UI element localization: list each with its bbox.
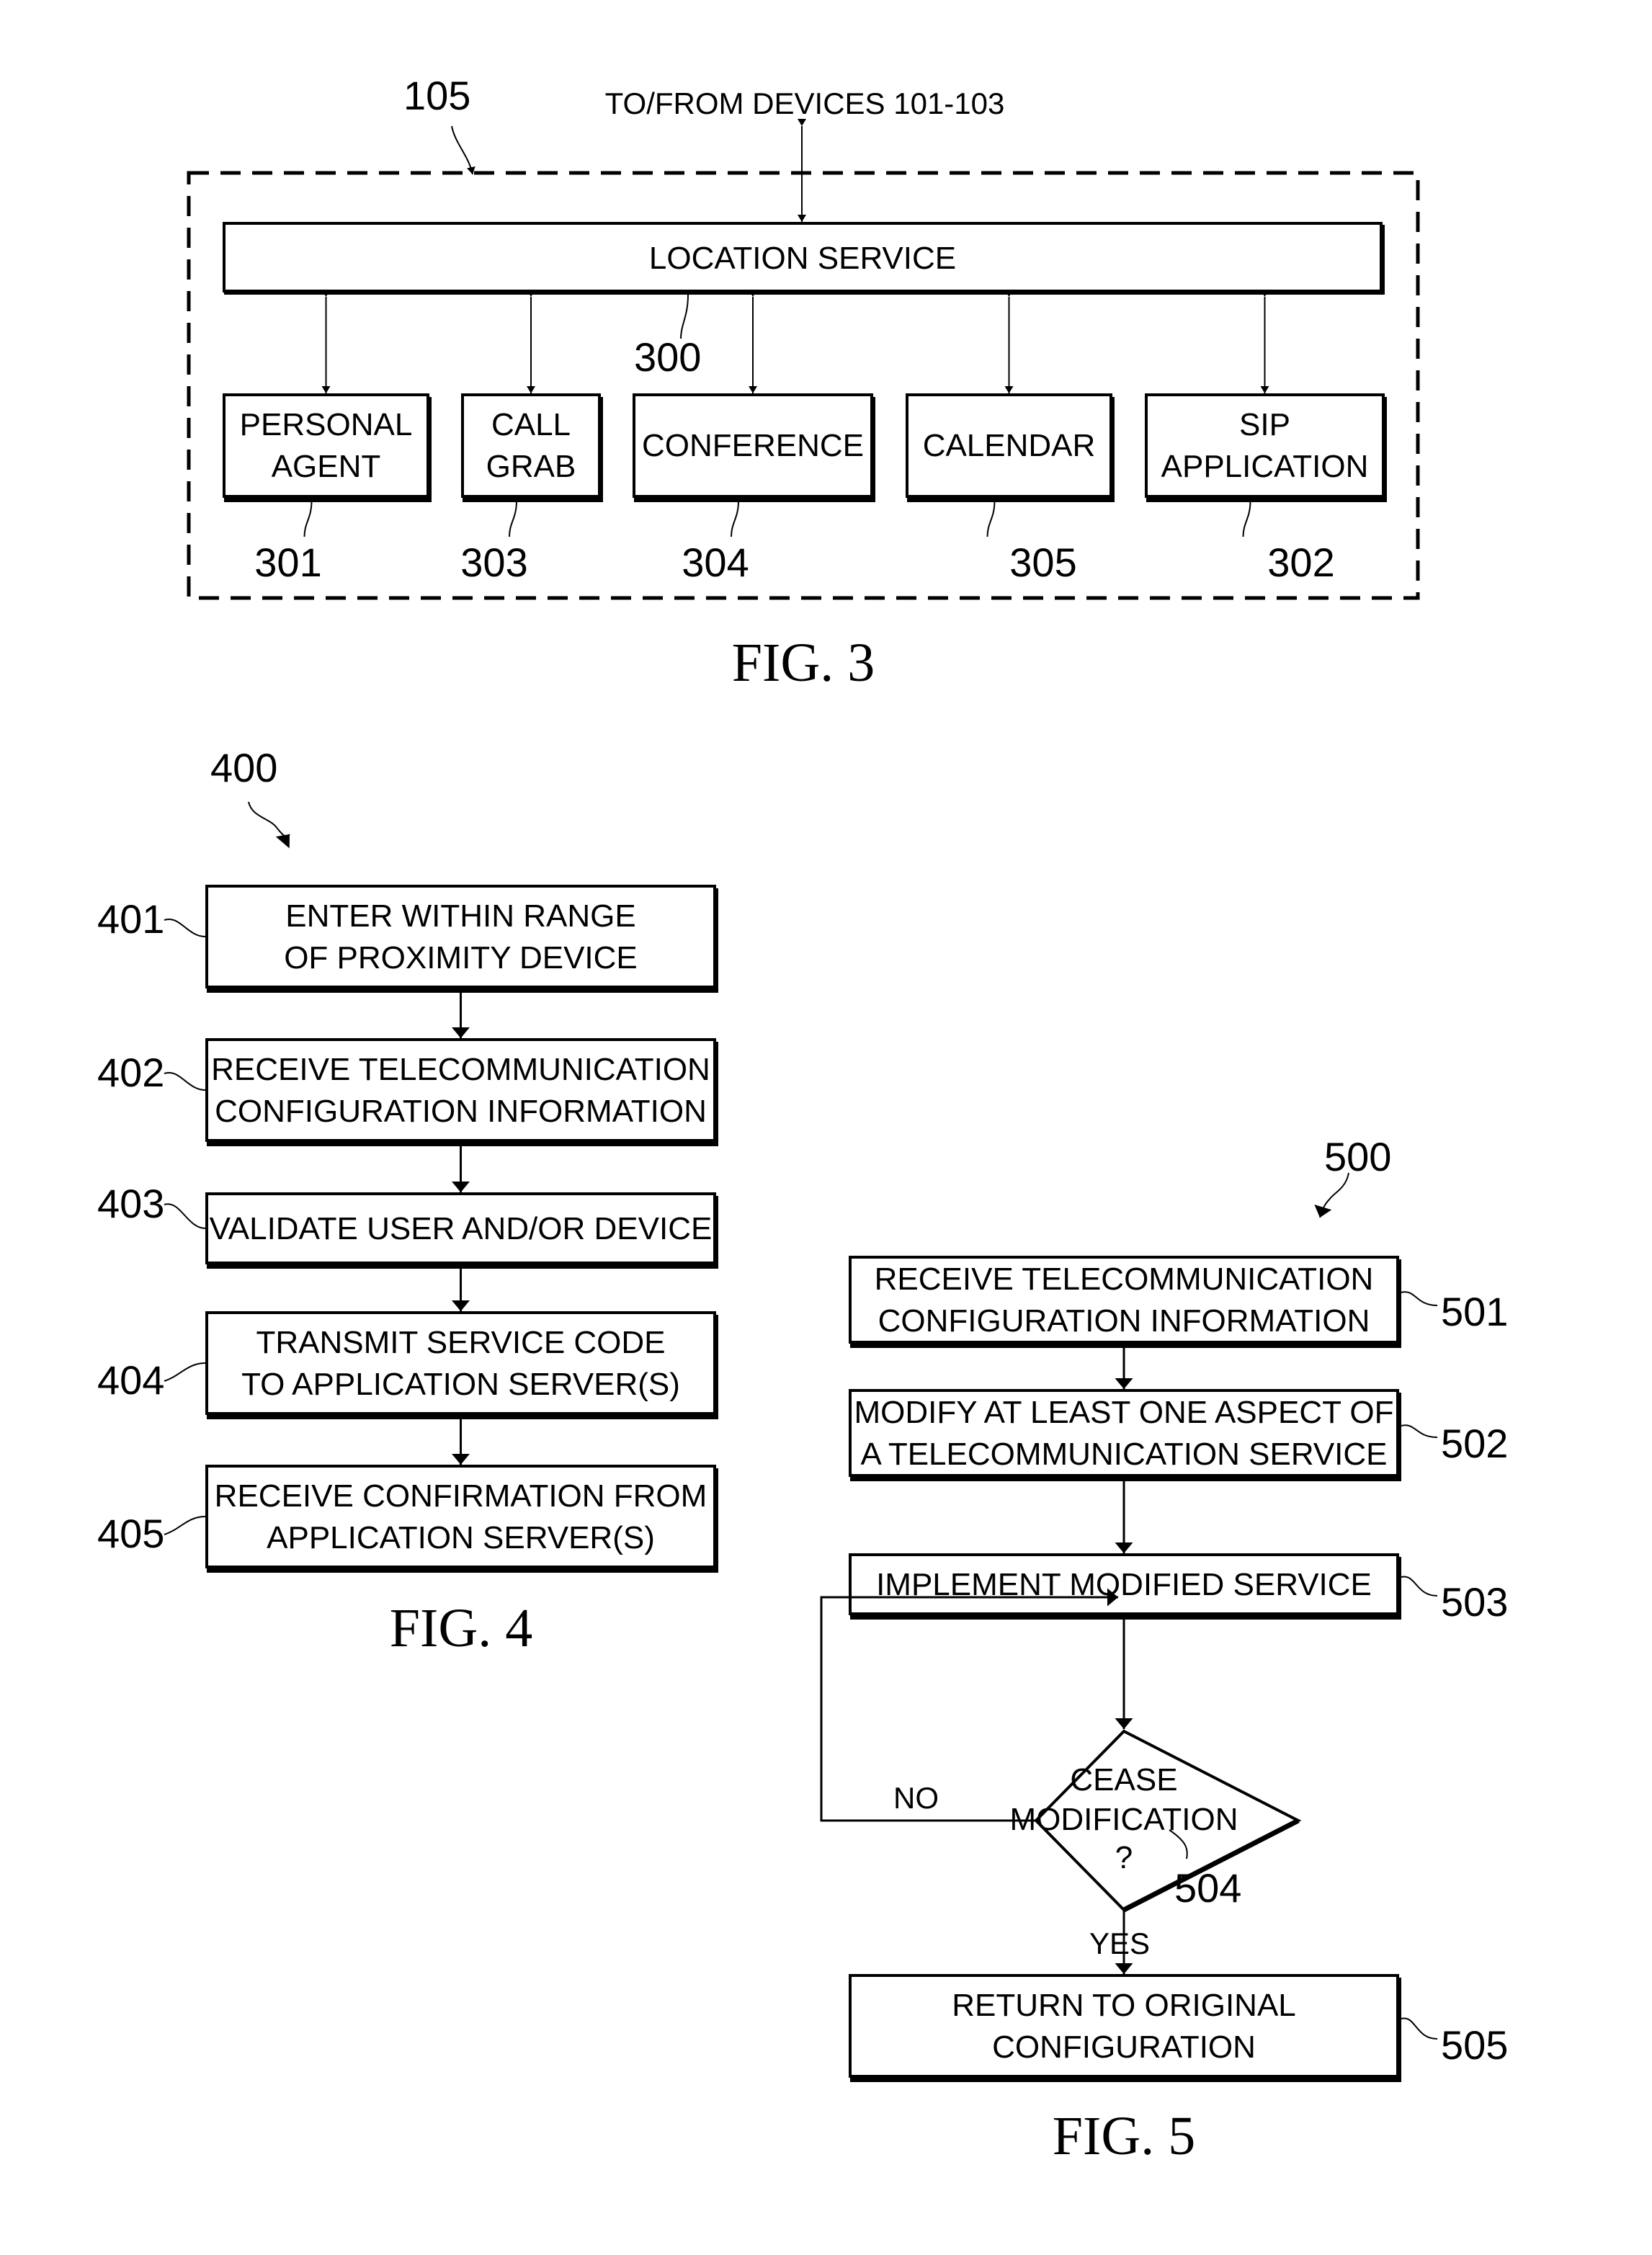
fig5: 500 RECEIVE TELECOMMUNICATION CONFIGURATI… <box>820 1134 1508 2082</box>
box-text-line: SIP <box>1239 407 1290 442</box>
step-leader <box>164 918 206 937</box>
step-ref: 404 <box>97 1357 164 1403</box>
fig3: 105 TO/FROM DEVICES 101-103 LOCATION SER… <box>187 73 1420 600</box>
box-text-line: AGENT <box>272 449 381 484</box>
decision-no-label: NO <box>893 1781 939 1815</box>
step-box-502: MODIFY AT LEAST ONE ASPECT OF A TELECOMMU… <box>849 1389 1401 1481</box>
box-text-line: CALL <box>491 407 571 442</box>
module-leader <box>303 500 313 537</box>
fig4-ref-arrow <box>248 801 290 849</box>
decision-yes-label: YES <box>1089 1926 1150 1960</box>
box-text-line: RETURN TO ORIGINAL <box>952 1988 1296 2023</box>
module-leader <box>731 500 739 537</box>
step-leader <box>164 1516 206 1535</box>
step-ref: 505 <box>1441 2022 1508 2068</box>
fig3-caption: FIG. 3 <box>732 633 875 693</box>
module-ref: 304 <box>682 540 749 585</box>
box-text-line: APPLICATION <box>1161 449 1369 484</box>
box-text-line: MODIFY AT LEAST ONE ASPECT OF <box>854 1395 1393 1430</box>
box-text-line: CONFIGURATION INFORMATION <box>878 1303 1370 1339</box>
box-text-line: RECEIVE CONFIRMATION FROM <box>215 1478 707 1514</box>
step-box-405: RECEIVE CONFIRMATION FROM APPLICATION SER… <box>205 1465 718 1573</box>
fig4: 400 ENTER WITHIN RANGE OF PROXIMITY DEVIC… <box>97 745 718 1573</box>
module-ref: 305 <box>1009 540 1076 585</box>
box-text-line: A TELECOMMUNICATION SERVICE <box>860 1437 1387 1472</box>
step-leader <box>164 1071 206 1091</box>
module-box-304: CONFERENCE <box>633 393 875 502</box>
box-text-line: ENTER WITHIN RANGE <box>285 898 635 934</box>
location-service-label: LOCATION SERVICE <box>649 241 956 276</box>
fig5-ref-500: 500 <box>1324 1134 1391 1179</box>
step-ref: 503 <box>1441 1579 1508 1625</box>
fig5-caption: FIG. 5 <box>1053 2106 1195 2166</box>
step-leader <box>1401 2017 1438 2040</box>
fig4-ref-400: 400 <box>210 745 277 790</box>
box-text-line: APPLICATION SERVER(S) <box>267 1520 655 1555</box>
step-box-402: RECEIVE TELECOMMUNICATION CONFIGURATION I… <box>205 1038 718 1146</box>
location-service-box: LOCATION SERVICE <box>223 222 1385 295</box>
module-leader <box>986 500 996 537</box>
box-text-line: CALENDAR <box>923 428 1096 463</box>
step-box-401: ENTER WITHIN RANGE OF PROXIMITY DEVICE <box>205 885 718 993</box>
module-box-305: CALENDAR <box>906 393 1115 502</box>
step-leader <box>164 1362 206 1382</box>
step-leader <box>1401 1291 1438 1306</box>
fig5-ref-arrow <box>1314 1172 1349 1218</box>
module-box-301: PERSONAL AGENT <box>223 393 432 502</box>
step-ref: 401 <box>97 896 164 942</box>
box-text-line: OF PROXIMITY DEVICE <box>284 940 638 975</box>
step-box-505: RETURN TO ORIGINAL CONFIGURATION <box>849 1974 1401 2082</box>
box-text-line: GRAB <box>486 449 576 484</box>
patent-figure-sheet: 105 TO/FROM DEVICES 101-103 LOCATION SER… <box>97 73 1508 2166</box>
decision-line-1: CEASE <box>1070 1762 1177 1798</box>
external-devices-label: TO/FROM DEVICES 101-103 <box>605 86 1005 120</box>
box-text-line: RECEIVE TELECOMMUNICATION <box>875 1262 1374 1297</box>
box-text-line: CONFIGURATION <box>992 2030 1256 2065</box>
box-text-line: VALIDATE USER AND/OR DEVICE <box>210 1211 713 1246</box>
module-ref: 302 <box>1267 540 1334 585</box>
step-box-403: VALIDATE USER AND/OR DEVICE <box>205 1192 718 1269</box>
location-service-ref: 300 <box>634 334 701 380</box>
box-text-line: TO APPLICATION SERVER(S) <box>241 1367 680 1402</box>
box-text-line: CONFIGURATION INFORMATION <box>215 1094 707 1129</box>
location-service-leader <box>680 294 689 339</box>
decision-ref: 504 <box>1174 1865 1241 1911</box>
box-text-line: PERSONAL <box>240 407 413 442</box>
decision-line-3: ? <box>1115 1840 1133 1875</box>
step-leader <box>1401 1424 1438 1438</box>
box-text-line: RECEIVE TELECOMMUNICATION <box>211 1052 710 1087</box>
module-leader <box>509 500 517 537</box>
step-ref: 501 <box>1441 1289 1508 1334</box>
step-ref: 502 <box>1441 1421 1508 1466</box>
box-text-line: TRANSMIT SERVICE CODE <box>256 1325 665 1360</box>
step-leader <box>164 1203 206 1229</box>
fig3-ref-105: 105 <box>403 73 470 118</box>
module-leader <box>1242 500 1251 537</box>
box-text-line: CONFERENCE <box>642 428 864 463</box>
module-box-303: CALL GRAB <box>461 393 603 502</box>
module-box-302: SIP APPLICATION <box>1145 393 1387 502</box>
step-ref: 402 <box>97 1050 164 1095</box>
step-box-501: RECEIVE TELECOMMUNICATION CONFIGURATION I… <box>849 1256 1401 1348</box>
fig3-ref-arrow <box>451 125 475 175</box>
step-ref: 405 <box>97 1511 164 1556</box>
step-ref: 403 <box>97 1181 164 1226</box>
module-ref: 303 <box>460 540 527 585</box>
step-leader <box>1401 1576 1438 1597</box>
step-box-404: TRANSMIT SERVICE CODE TO APPLICATION SERV… <box>205 1311 718 1419</box>
module-ref: 301 <box>254 540 321 585</box>
step-box-503: IMPLEMENT MODIFIED SERVICE <box>849 1553 1401 1620</box>
fig4-caption: FIG. 4 <box>390 1598 532 1658</box>
decision-504: CEASE MODIFICATION ? <box>1010 1729 1302 1913</box>
decision-line-2: MODIFICATION <box>1010 1802 1238 1837</box>
